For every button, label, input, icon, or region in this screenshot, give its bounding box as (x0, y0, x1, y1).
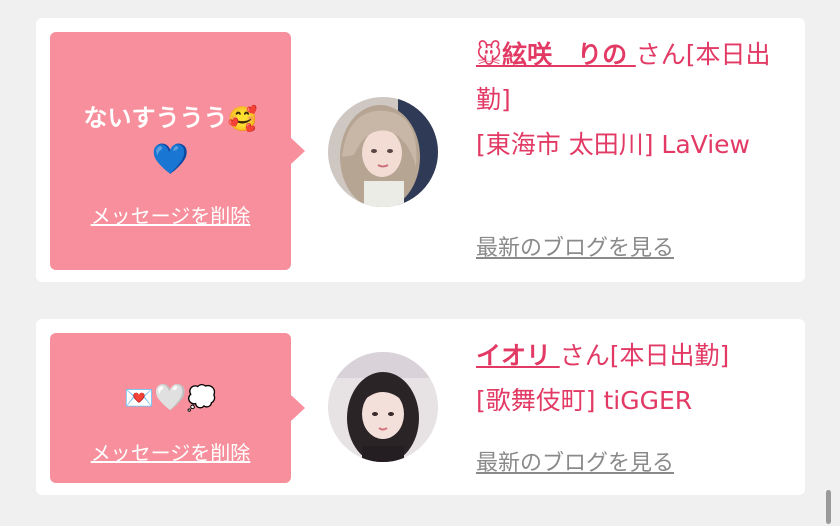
avatar-image (328, 97, 438, 207)
scrollbar[interactable] (826, 490, 831, 524)
avatar[interactable] (328, 97, 438, 207)
message-body: ないすううう (83, 104, 228, 132)
cast-name: 🐭絃咲 りの (476, 40, 628, 69)
delete-message-link[interactable]: メッセージを削除 (50, 437, 291, 466)
white-heart-icon: 🤍 (154, 383, 187, 413)
cast-name-link[interactable]: イオリ (476, 341, 560, 370)
cast-name-link[interactable]: 🐭絃咲 りの (476, 40, 636, 69)
cast-info: 🐭絃咲 りの さん[本日出勤] [東海市 太田川] LaView (476, 32, 788, 167)
message-bubble: ないすううう🥰 💙 メッセージを削除 (50, 32, 305, 270)
message-bubble: 💌🤍💭 メッセージを削除 (50, 333, 305, 483)
love-letter-icon: 💌 (124, 384, 155, 412)
latest-blog-link[interactable]: 最新のブログを見る (476, 230, 674, 262)
delete-message-link[interactable]: メッセージを削除 (50, 200, 291, 229)
message-card: ないすううう🥰 💙 メッセージを削除 🐭絃咲 りの さん[本日出勤] [東海市 … (36, 18, 805, 282)
message-card: 💌🤍💭 メッセージを削除 イオリ さん[本日出勤] [歌舞伎町] tiGGER … (36, 319, 805, 495)
message-text: ないすううう🥰 💙 (50, 98, 291, 180)
shop-name: [歌舞伎町] tiGGER (476, 386, 693, 415)
latest-blog-link[interactable]: 最新のブログを見る (476, 445, 674, 477)
blue-heart-icon: 💙 (151, 142, 190, 177)
thought-balloon-icon: 💭 (186, 384, 217, 412)
cast-name: イオリ (476, 341, 552, 370)
cast-info: イオリ さん[本日出勤] [歌舞伎町] tiGGER (476, 333, 788, 423)
message-text: 💌🤍💭 (50, 377, 291, 418)
shop-name: [東海市 太田川] LaView (476, 130, 750, 159)
smiling-face-with-hearts-icon: 🥰 (227, 105, 258, 133)
avatar[interactable] (328, 352, 438, 462)
cast-status: さん[本日出勤] (559, 341, 730, 370)
avatar-image (328, 352, 438, 462)
